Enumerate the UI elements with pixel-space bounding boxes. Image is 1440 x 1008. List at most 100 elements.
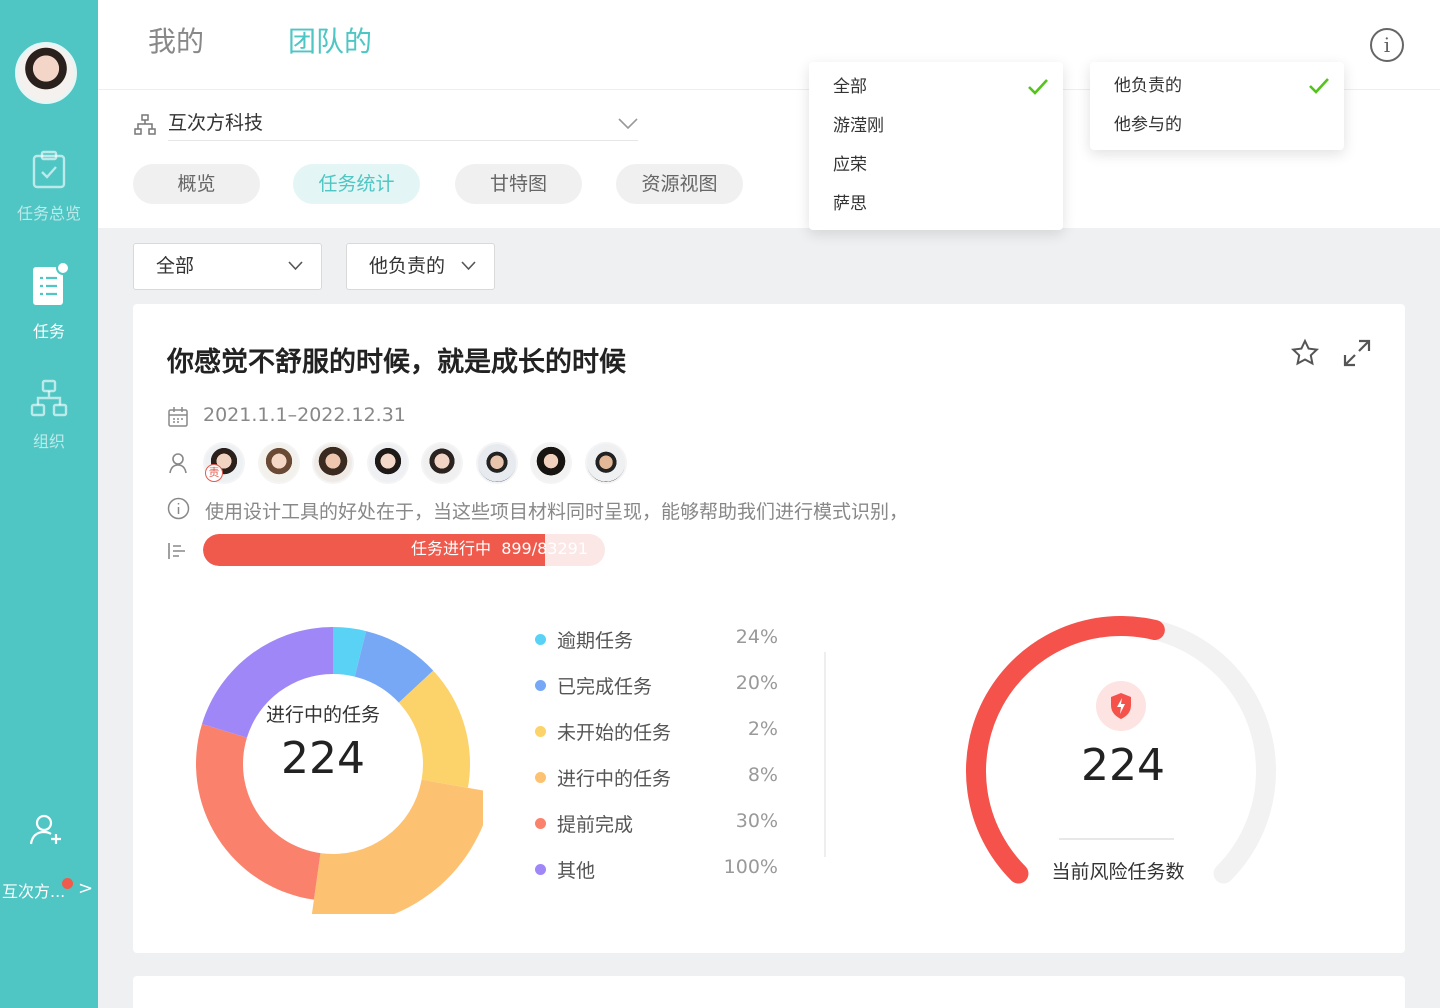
legend-dot xyxy=(535,680,546,691)
check-icon xyxy=(1028,79,1048,95)
tab-mine[interactable]: 我的 xyxy=(148,20,204,60)
legend-item: 进行中的任务 8% xyxy=(535,764,780,810)
member-avatar[interactable] xyxy=(475,442,518,484)
sidebar-item-org[interactable]: 组织 xyxy=(0,378,98,452)
sidebar-item-overview[interactable]: 任务总览 xyxy=(0,150,98,224)
expand-icon[interactable] xyxy=(1342,338,1372,368)
legend-value: 8% xyxy=(747,764,778,786)
legend-dot xyxy=(535,818,546,829)
tab-resource-view[interactable]: 资源视图 xyxy=(616,164,743,204)
section-divider xyxy=(824,652,826,857)
legend-item: 其他 100% xyxy=(535,856,780,902)
member-avatar[interactable] xyxy=(312,442,354,484)
progress-text: 任务进行中 899/83291 xyxy=(411,539,589,558)
member-avatar[interactable] xyxy=(257,442,300,484)
legend-label: 逾期任务 xyxy=(557,630,634,652)
relation-option-label: 他负责的 xyxy=(1114,76,1182,96)
legend-label: 已完成任务 xyxy=(557,676,653,698)
sidebar: 任务总览 任务 组织 互次方... > xyxy=(0,0,98,1008)
calendar-icon xyxy=(168,407,188,427)
member-option-label: 萨思 xyxy=(833,194,867,214)
org-chart-icon xyxy=(30,379,68,417)
member-avatar[interactable] xyxy=(421,442,463,484)
notification-dot xyxy=(62,878,73,889)
legend-item: 未开始的任务 2% xyxy=(535,718,780,764)
legend-value: 24% xyxy=(735,626,778,648)
chevron-down-icon[interactable] xyxy=(618,118,638,130)
add-user-icon[interactable] xyxy=(28,812,64,848)
member-option-label: 全部 xyxy=(833,77,867,97)
legend-value: 30% xyxy=(735,810,778,832)
org-icon xyxy=(134,114,156,135)
progress-icon xyxy=(168,543,185,559)
member-option[interactable]: 全部 xyxy=(809,68,1063,107)
progress-total: 83291 xyxy=(537,539,589,558)
legend-item: 已完成任务 20% xyxy=(535,672,780,718)
info-icon xyxy=(167,497,190,520)
member-option-label: 游滢刚 xyxy=(833,116,884,136)
clipboard-check-icon xyxy=(32,150,66,189)
project-card: 你感觉不舒服的时候，就是成长的时候 2021.1.1–2022.12.31 责 … xyxy=(133,304,1405,953)
relation-option[interactable]: 他负责的 xyxy=(1090,67,1344,106)
tab-team[interactable]: 团队的 xyxy=(288,20,372,60)
user-avatar[interactable] xyxy=(15,42,77,104)
star-icon[interactable] xyxy=(1290,338,1320,368)
legend-item: 逾期任务 24% xyxy=(535,626,780,672)
legend-dot xyxy=(535,772,546,783)
member-filter-select[interactable]: 全部 xyxy=(133,243,322,290)
member-option[interactable]: 应荣 xyxy=(809,146,1063,185)
tab-gantt[interactable]: 甘特图 xyxy=(455,164,582,204)
member-filter-value: 全部 xyxy=(156,255,195,277)
project-description: 使用设计工具的好处在于，当这些项目材料同时呈现，能够帮助我们进行模式识别， xyxy=(205,501,909,523)
date-range: 2021.1.1–2022.12.31 xyxy=(203,404,406,426)
chevron-down-icon xyxy=(461,261,476,271)
progress-done: 899 xyxy=(501,539,532,558)
legend-item: 提前完成 30% xyxy=(535,810,780,856)
chevron-right-icon: > xyxy=(78,878,94,899)
shield-alert-icon xyxy=(1096,681,1146,731)
member-avatar[interactable] xyxy=(530,442,572,484)
task-progress-bar: 任务进行中 899/83291 xyxy=(203,534,605,566)
donut-center: 进行中的任务 224 xyxy=(193,700,453,784)
relation-filter-select[interactable]: 他负责的 xyxy=(346,243,495,290)
lead-badge: 责 xyxy=(205,464,223,482)
legend-value: 2% xyxy=(747,718,778,740)
legend-label: 未开始的任务 xyxy=(557,722,672,744)
donut-segment xyxy=(311,779,483,914)
member-option[interactable]: 萨思 xyxy=(809,185,1063,224)
relation-filter-value: 他负责的 xyxy=(369,255,446,277)
progress-label: 任务进行中 xyxy=(411,539,492,558)
chevron-down-icon xyxy=(288,261,303,271)
check-icon xyxy=(1309,78,1329,94)
donut-legend: 逾期任务 24% 已完成任务 20% 未开始的任务 2% 进行中的任务 8% 提前完成 30% 其他… xyxy=(535,626,780,902)
member-avatar[interactable] xyxy=(366,442,409,484)
member-option-label: 应荣 xyxy=(833,155,867,175)
relation-option-label: 他参与的 xyxy=(1114,115,1182,135)
legend-label: 提前完成 xyxy=(557,814,634,836)
legend-dot xyxy=(535,864,546,875)
team-switcher[interactable]: 互次方... > xyxy=(0,878,98,902)
task-list-icon xyxy=(33,262,70,305)
project-title: 你感觉不舒服的时候，就是成长的时候 xyxy=(167,347,626,378)
legend-dot xyxy=(535,634,546,645)
member-avatar[interactable] xyxy=(584,442,627,484)
legend-label: 进行中的任务 xyxy=(557,768,672,790)
info-icon[interactable]: i xyxy=(1370,28,1404,62)
sidebar-item-tasks[interactable]: 任务 xyxy=(0,262,98,342)
tab-task-stats[interactable]: 任务统计 xyxy=(293,164,420,204)
org-select[interactable]: 互次方科技 xyxy=(168,108,263,135)
member-avatars xyxy=(203,442,639,484)
gauge-value: 224 xyxy=(1081,740,1165,791)
member-option[interactable]: 游滢刚 xyxy=(809,107,1063,146)
sidebar-item-label: 组织 xyxy=(32,432,65,451)
gauge-baseline xyxy=(1059,838,1174,840)
tab-overview[interactable]: 概览 xyxy=(133,164,260,204)
sidebar-item-label: 任务 xyxy=(32,322,65,341)
user-icon xyxy=(169,453,187,474)
relation-option[interactable]: 他参与的 xyxy=(1090,106,1344,145)
team-name: 互次方... xyxy=(2,882,66,901)
legend-value: 100% xyxy=(723,856,778,878)
sidebar-item-label: 任务总览 xyxy=(16,204,81,223)
legend-value: 20% xyxy=(735,672,778,694)
donut-center-label: 进行中的任务 xyxy=(265,704,380,726)
